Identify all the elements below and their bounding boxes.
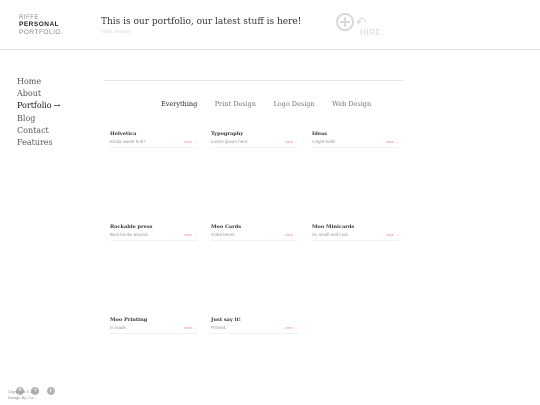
designer-link[interactable]: Owl [27, 395, 34, 400]
portfolio-item-view-link[interactable]: view → [285, 139, 298, 144]
logo-line-2: PERSONAL [19, 21, 60, 28]
filter-print-design[interactable]: Print Design [215, 100, 256, 108]
portfolio-item[interactable]: Rockable press Best books around. view → [110, 224, 197, 244]
nav-item-label: Portfolio [17, 101, 52, 111]
curved-arrow-icon: ↶ [356, 15, 367, 29]
nav-item-label: Home [17, 77, 42, 86]
portfolio-item-title: Moo Cards [211, 224, 242, 230]
portfolio-filter: Everything Print Design Logo Design Web … [161, 93, 384, 111]
portfolio-item-desc: Best books around. [110, 232, 149, 237]
portfolio-item-view-link[interactable]: view → [184, 139, 197, 144]
portfolio-item-desc: Is made. [110, 325, 128, 330]
portfolio-item[interactable]: Moo Printing Is made. view → [110, 317, 197, 337]
portfolio-item-desc: Gotta been!.. [211, 232, 238, 237]
hire-label: HIRE [360, 28, 382, 37]
portfolio-item-title: Moo Printing [110, 317, 148, 323]
portfolio-item-desc: Printed. [211, 325, 227, 330]
page-tagline: This is our portfolio, our latest stuff … [101, 17, 302, 27]
filter-indicator-dot [252, 103, 255, 106]
portfolio-item-divider [211, 240, 298, 241]
portfolio-item-divider [110, 333, 197, 334]
portfolio-item-desc: Kinda sweet huh? [110, 139, 146, 144]
nav-item-label: Blog [17, 113, 36, 123]
portfolio-item[interactable]: Helvetica Kinda sweet huh? view → [110, 131, 197, 151]
portfolio-item-view-link[interactable]: view → [285, 232, 298, 237]
portfolio-item-view-link[interactable]: view → [386, 139, 399, 144]
site-header: RIFFE PERSONAL PORTFOLIO. This is our po… [0, 0, 540, 50]
portfolio-item[interactable]: Moo Minicards So small and cool. view → [312, 224, 399, 244]
nav-item-label: Features [17, 138, 53, 148]
nav-item-blog[interactable]: Blog [17, 113, 60, 125]
portfolio-item-view-link[interactable]: view → [386, 232, 399, 237]
site-logo[interactable]: RIFFE PERSONAL PORTFOLIO. [19, 15, 63, 36]
nav-item-label: About [17, 89, 42, 99]
nav-item-label: Contact [17, 125, 49, 135]
portfolio-item-title: Helvetica [110, 131, 137, 137]
copyright-text: Copyright © 2012 [8, 389, 40, 394]
nav-item-portfolio[interactable]: Portfolio → [17, 100, 60, 112]
page-subtagline: hello, elegant [101, 29, 131, 35]
portfolio-item-divider [312, 147, 399, 148]
portfolio-item-title: Just say it! [211, 317, 241, 323]
filter-divider [104, 80, 403, 81]
nav-item-home[interactable]: Home [17, 76, 60, 88]
arrow-right-icon: → [53, 101, 61, 111]
portfolio-item-desc: So small and cool. [312, 232, 349, 237]
portfolio-item[interactable]: Typography Lorem ipsum here. view → [211, 131, 298, 151]
portfolio-item-title: Moo Minicards [312, 224, 355, 230]
plus-icon [336, 13, 354, 31]
portfolio-item[interactable]: Ideas A light bulb! view → [312, 131, 399, 151]
nav-item-about[interactable]: About [17, 88, 60, 100]
filter-web-design[interactable]: Web Design [332, 100, 371, 108]
nav-item-contact[interactable]: Contact [17, 125, 60, 137]
portfolio-item-view-link[interactable]: view → [285, 325, 298, 330]
portfolio-item-divider [211, 147, 298, 148]
portfolio-item-divider [110, 147, 197, 148]
portfolio-item-title: Ideas [312, 131, 328, 137]
design-credit-prefix: Design By [8, 395, 27, 400]
hire-button[interactable]: ↶ HIRE [336, 13, 386, 39]
portfolio-item-view-link[interactable]: view → [184, 325, 197, 330]
portfolio-item-title: Typography [211, 131, 244, 137]
filter-logo-design[interactable]: Logo Design [273, 100, 314, 108]
logo-line-3: PORTFOLIO. [19, 28, 64, 36]
portfolio-item[interactable]: Just say it! Printed. view → [211, 317, 298, 337]
portfolio-item-divider [312, 240, 399, 241]
portfolio-item-desc: A light bulb! [312, 139, 336, 144]
portfolio-item-divider [211, 333, 298, 334]
design-credit: Design By Owl [8, 395, 34, 400]
main-nav: Home About Portfolio → Blog Contact Featu… [17, 76, 60, 149]
portfolio-item-desc: Lorem ipsum here. [211, 139, 249, 144]
portfolio-item-view-link[interactable]: view → [184, 232, 197, 237]
portfolio-item[interactable]: Moo Cards Gotta been!.. view → [211, 224, 298, 244]
portfolio-item-divider [110, 240, 197, 241]
nav-item-features[interactable]: Features [17, 137, 60, 149]
portfolio-item-title: Rockable press [110, 224, 153, 230]
rss-icon[interactable]: r [46, 387, 55, 395]
filter-everything[interactable]: Everything [161, 100, 197, 108]
